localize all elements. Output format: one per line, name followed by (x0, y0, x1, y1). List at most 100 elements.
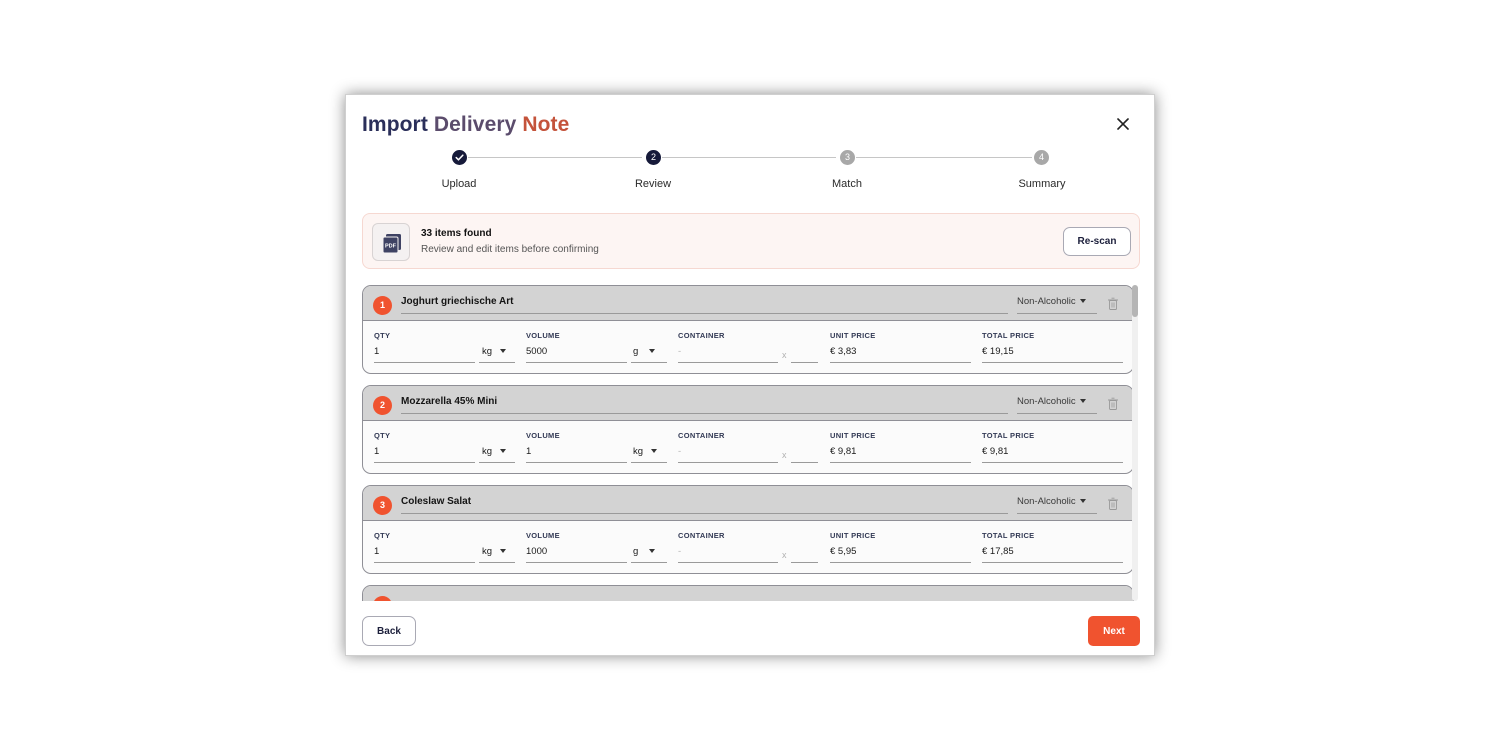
items-found-title: 33 items found (421, 228, 492, 239)
step-label-upload: Upload (441, 178, 477, 190)
total-price-label: TOTAL PRICE (982, 531, 1035, 540)
unit-price-input[interactable]: € 9,81 (830, 446, 971, 463)
item-number-badge: 1 (373, 296, 392, 315)
items-scrollbar[interactable] (1132, 285, 1138, 601)
step-connector (662, 157, 836, 158)
volume-label: VOLUME (526, 431, 560, 440)
item-card: 1 Joghurt griechische Art Non-Alcoholic … (362, 285, 1134, 374)
step-review-dot: 2 (646, 150, 661, 165)
qty-unit-dropdown[interactable]: kg (479, 446, 515, 463)
category-value: Non-Alcoholic (1017, 296, 1076, 307)
qty-unit-dropdown[interactable]: kg (479, 346, 515, 363)
qty-label: QTY (374, 331, 391, 340)
qty-unit-value: kg (482, 346, 493, 357)
container-multiply-sign: x (782, 550, 787, 560)
step-summary-dot: 4 (1034, 150, 1049, 165)
step-label-match: Match (832, 178, 862, 190)
category-value: Non-Alcoholic (1017, 496, 1076, 507)
category-value: Non-Alcoholic (1017, 396, 1076, 407)
volume-unit-dropdown[interactable]: kg (631, 446, 667, 463)
item-header (363, 586, 1133, 601)
qty-unit-value: kg (482, 446, 493, 457)
unit-price-label: UNIT PRICE (830, 331, 876, 340)
total-price-input[interactable]: € 9,81 (982, 446, 1123, 463)
close-icon[interactable] (1114, 115, 1132, 133)
step-label-review: Review (634, 178, 672, 190)
item-number-badge: 2 (373, 396, 392, 415)
chevron-down-icon (500, 449, 507, 454)
item-card: 2 Mozzarella 45% Mini Non-Alcoholic QTY … (362, 385, 1134, 474)
item-header: 1 Joghurt griechische Art Non-Alcoholic (363, 286, 1133, 321)
container-label: CONTAINER (678, 531, 725, 540)
modal-title: Import Delivery Note (362, 113, 569, 137)
volume-input[interactable]: 1 (526, 446, 627, 463)
container-count-input[interactable] (791, 446, 818, 463)
container-input[interactable]: - (678, 546, 778, 563)
total-price-input[interactable]: € 17,85 (982, 546, 1123, 563)
item-number-badge (373, 596, 392, 601)
items-found-subtitle: Review and edit items before confirming (421, 244, 599, 255)
item-name-field[interactable]: Mozzarella 45% Mini (401, 396, 1008, 414)
container-label: CONTAINER (678, 431, 725, 440)
unit-price-label: UNIT PRICE (830, 431, 876, 440)
chevron-down-icon (649, 549, 656, 554)
unit-price-input[interactable]: € 3,83 (830, 346, 971, 363)
container-count-input[interactable] (791, 346, 818, 363)
chevron-down-icon (1079, 299, 1086, 304)
item-name-field[interactable]: Coleslaw Salat (401, 496, 1008, 514)
container-label: CONTAINER (678, 331, 725, 340)
volume-unit-dropdown[interactable]: g (631, 546, 667, 563)
item-header: 2 Mozzarella 45% Mini Non-Alcoholic (363, 386, 1133, 421)
volume-unit-value: g (633, 346, 639, 357)
title-word-import: Import (362, 113, 428, 136)
container-input[interactable]: - (678, 446, 778, 463)
volume-label: VOLUME (526, 531, 560, 540)
items-found-banner: PDF 33 items found Review and edit items… (362, 213, 1140, 269)
chevron-down-icon (651, 449, 658, 454)
trash-icon[interactable] (1107, 397, 1119, 411)
step-match-dot: 3 (840, 150, 855, 165)
chevron-down-icon (500, 349, 507, 354)
volume-unit-value: g (633, 546, 639, 557)
title-word-delivery: Delivery (433, 113, 517, 136)
next-button[interactable]: Next (1088, 616, 1140, 646)
rescan-button[interactable]: Re-scan (1063, 227, 1131, 256)
stepper: 2 3 4 Upload Review Match Summary (346, 150, 1156, 190)
chevron-down-icon (1079, 499, 1086, 504)
import-delivery-note-modal: Import Delivery Note 2 3 4 Upload Review… (345, 94, 1155, 656)
qty-unit-value: kg (482, 546, 493, 557)
qty-input[interactable]: 1 (374, 446, 475, 463)
chevron-down-icon (649, 349, 656, 354)
title-word-note: Note (522, 113, 570, 136)
category-dropdown[interactable]: Non-Alcoholic (1017, 396, 1097, 414)
container-count-input[interactable] (791, 546, 818, 563)
qty-input[interactable]: 1 (374, 546, 475, 563)
total-price-input[interactable]: € 19,15 (982, 346, 1123, 363)
qty-unit-dropdown[interactable]: kg (479, 546, 515, 563)
step-connector (856, 157, 1032, 158)
container-input[interactable]: - (678, 346, 778, 363)
category-dropdown[interactable]: Non-Alcoholic (1017, 496, 1097, 514)
qty-input[interactable]: 1 (374, 346, 475, 363)
trash-icon[interactable] (1107, 497, 1119, 511)
chevron-down-icon (1079, 399, 1086, 404)
item-name-field[interactable]: Joghurt griechische Art (401, 296, 1008, 314)
total-price-label: TOTAL PRICE (982, 431, 1035, 440)
trash-icon[interactable] (1107, 297, 1119, 311)
items-list[interactable]: 1 Joghurt griechische Art Non-Alcoholic … (362, 285, 1140, 601)
unit-price-input[interactable]: € 5,95 (830, 546, 971, 563)
scrollbar-thumb[interactable] (1132, 285, 1138, 317)
container-multiply-sign: x (782, 450, 787, 460)
category-dropdown[interactable]: Non-Alcoholic (1017, 296, 1097, 314)
qty-label: QTY (374, 531, 391, 540)
item-number-badge: 3 (373, 496, 392, 515)
volume-label: VOLUME (526, 331, 560, 340)
back-button[interactable]: Back (362, 616, 416, 646)
scrollbar-track (1132, 285, 1138, 601)
item-card-partial (362, 585, 1134, 601)
container-multiply-sign: x (782, 350, 787, 360)
volume-input[interactable]: 5000 (526, 346, 627, 363)
volume-unit-value: kg (633, 446, 644, 457)
volume-unit-dropdown[interactable]: g (631, 346, 667, 363)
volume-input[interactable]: 1000 (526, 546, 627, 563)
